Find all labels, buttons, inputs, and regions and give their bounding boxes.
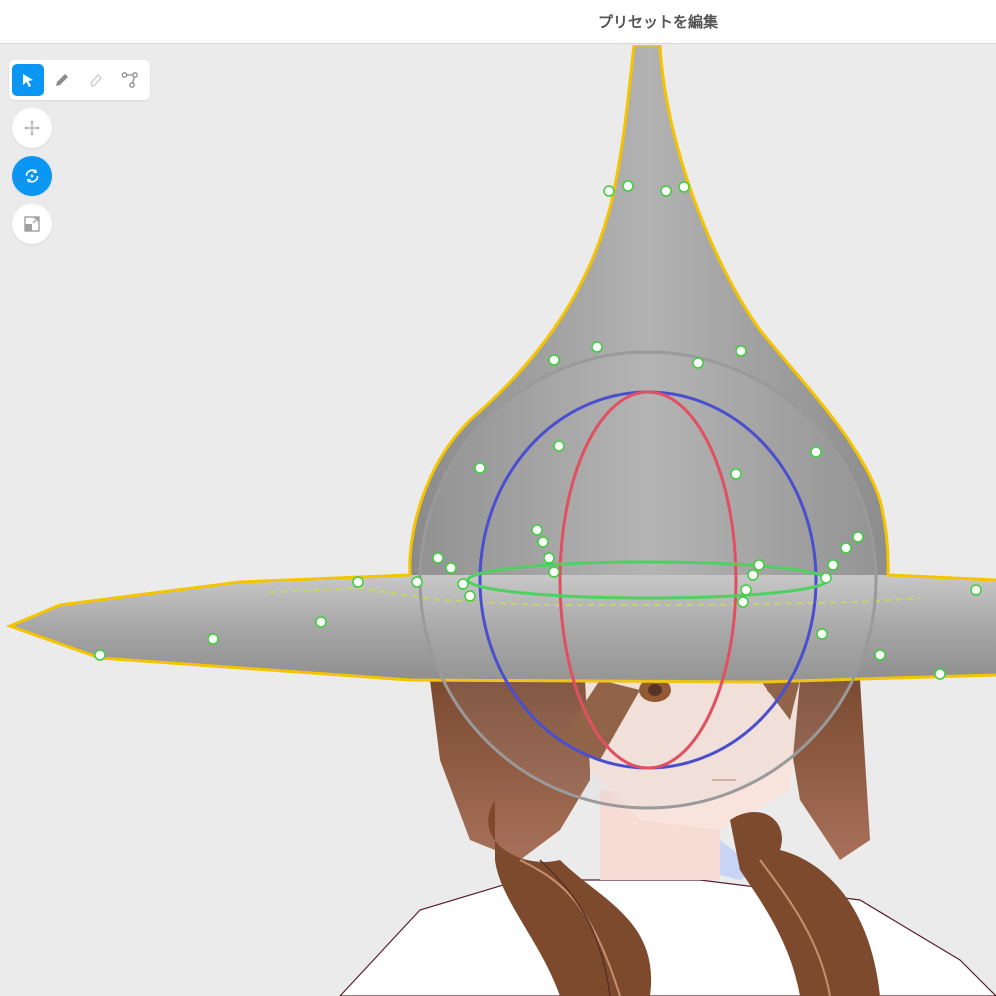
page-title: プリセットを編集 [597,13,718,31]
edit-tool-group [9,60,150,100]
scale-icon [24,216,40,232]
eraser-tool-button[interactable] [80,64,112,96]
bone-chain-tool-button[interactable] [114,64,146,96]
pencil-tool-button[interactable] [46,64,78,96]
title-bar: プリセットを編集 [0,0,996,44]
3d-viewport[interactable] [0,45,996,996]
bone-chain-icon [121,72,138,88]
rotate-icon [25,169,39,183]
pencil-icon [56,74,68,86]
eraser-icon [90,73,102,87]
select-tool-button[interactable] [12,64,44,96]
scale-mode-button[interactable] [12,204,52,244]
move-mode-button[interactable] [12,108,52,148]
avatar-shirt [339,879,996,996]
select-arrow-icon [23,74,33,87]
move-icon [24,120,40,136]
rotate-mode-button[interactable] [12,156,52,196]
rotate-gizmo-outer [418,350,878,810]
scene[interactable] [0,45,996,996]
